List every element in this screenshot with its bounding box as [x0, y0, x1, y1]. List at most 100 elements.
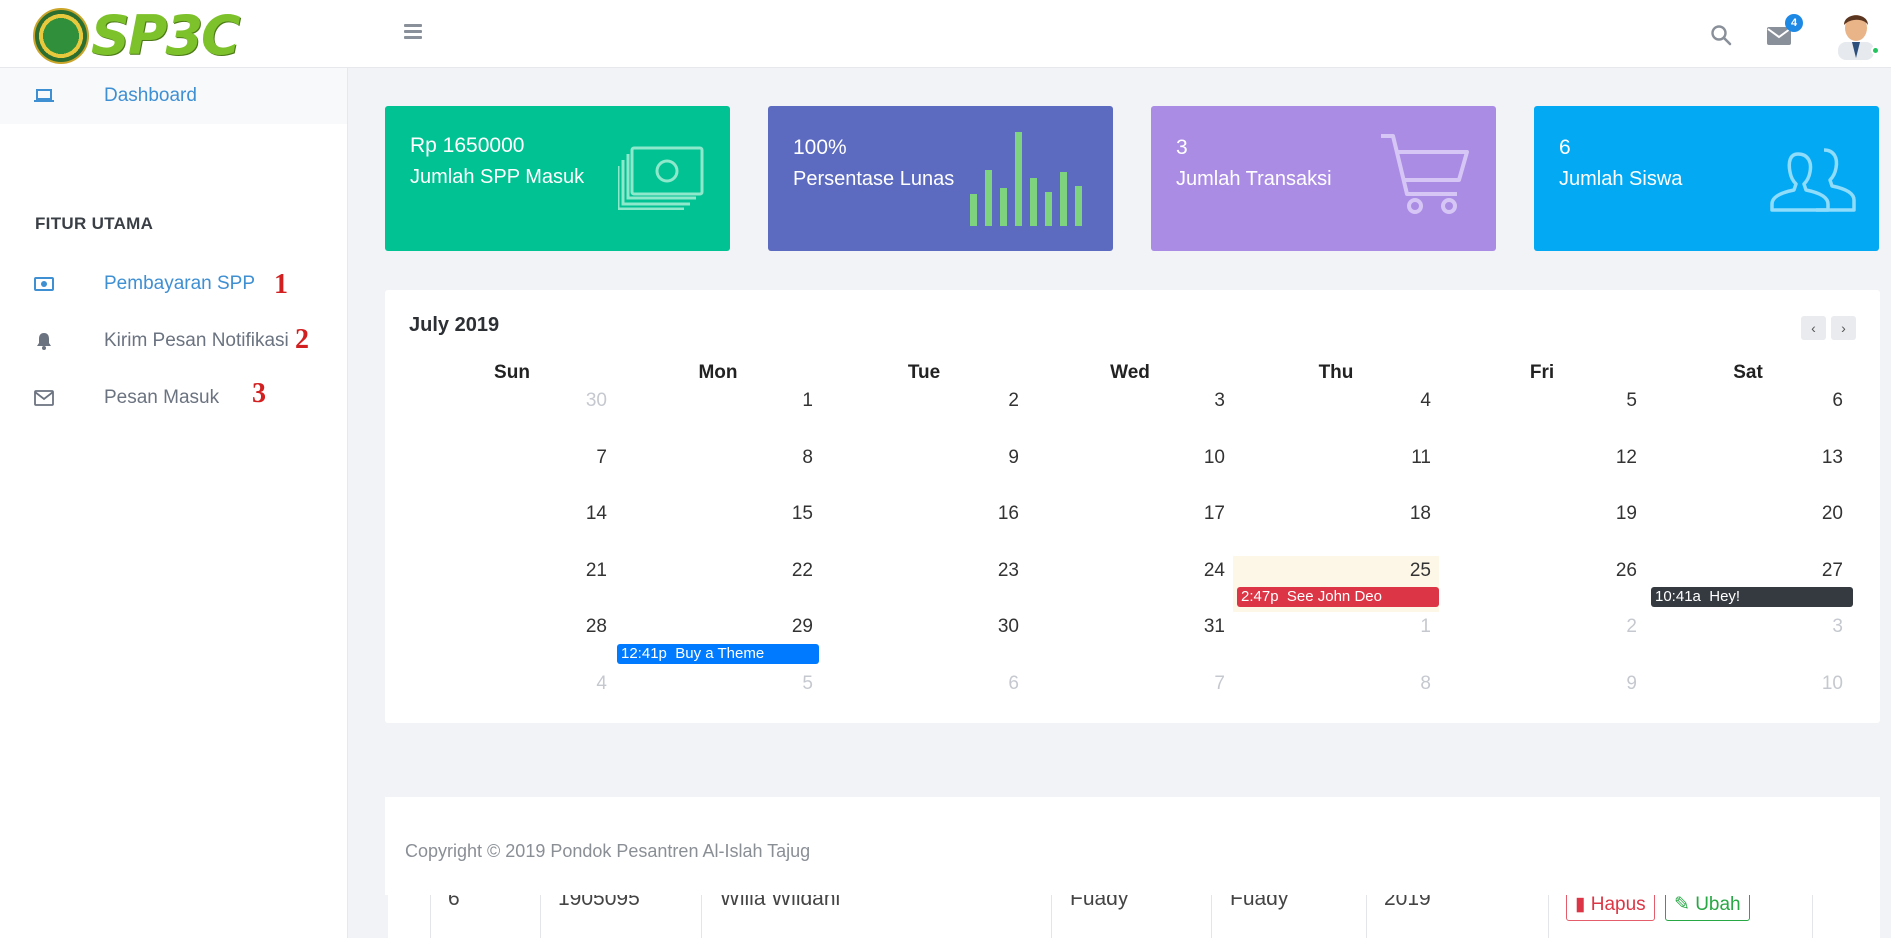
weekday-header-mon: Mon	[698, 362, 738, 383]
day-number: 7	[596, 446, 607, 468]
calendar-day-cell[interactable]: 9	[821, 443, 1027, 499]
mail-count-badge: 4	[1785, 14, 1803, 32]
calendar-day-cell[interactable]: 8	[1233, 669, 1439, 725]
page-footer: Copyright © 2019 Pondok Pesantren Al-Isl…	[385, 797, 1880, 895]
calendar-day-cell[interactable]: 26	[1439, 556, 1645, 612]
table-cell: 2019	[1384, 895, 1431, 910]
weekday-header-sun: Sun	[494, 362, 530, 383]
search-icon[interactable]	[1710, 24, 1732, 46]
stat-value: 6	[1559, 136, 1571, 159]
calendar-day-cell[interactable]: 20	[1645, 499, 1851, 555]
day-number: 13	[1821, 446, 1843, 468]
weekday-header-sat: Sat	[1733, 362, 1763, 383]
copyright-text: Copyright © 2019 Pondok Pesantren Al-Isl…	[405, 841, 811, 861]
day-number: 4	[596, 672, 607, 694]
calendar-day-cell[interactable]: 11	[1233, 443, 1439, 499]
calendar-day-cell[interactable]: 7	[409, 443, 615, 499]
calendar-day-cell[interactable]: 4	[409, 669, 615, 725]
calendar-day-cell[interactable]: 10	[1645, 669, 1851, 725]
day-number: 2	[1626, 616, 1637, 637]
day-number: 10	[1821, 672, 1843, 694]
calendar-day-cell[interactable]: 18	[1233, 499, 1439, 555]
day-number: 7	[1214, 672, 1225, 694]
day-number: 18	[1409, 503, 1431, 524]
calendar-day-cell[interactable]: 9	[1439, 669, 1645, 725]
calendar-event-see-john-deo[interactable]: 2:47p See John Deo	[1237, 587, 1439, 607]
sidebar-item-pembayaran-spp[interactable]: Pembayaran SPP	[0, 256, 347, 312]
stat-card-jumlah-siswa[interactable]: 6 Jumlah Siswa	[1534, 106, 1879, 251]
calendar-day-cell[interactable]: 23	[821, 556, 1027, 612]
calendar-day-cell[interactable]: 30	[409, 386, 615, 442]
calendar-day-cell[interactable]: 7	[1027, 669, 1233, 725]
calendar-day-cell[interactable]: 12	[1439, 443, 1645, 499]
day-number: 2	[1008, 390, 1019, 411]
edit-label: Ubah	[1695, 895, 1741, 915]
calendar-day-cell[interactable]: 6	[1645, 386, 1851, 442]
calendar-day-cell[interactable]: 10	[1027, 443, 1233, 499]
calendar-day-cell[interactable]: 30	[821, 612, 1027, 668]
sidebar-item-dashboard[interactable]: Dashboard	[0, 68, 347, 124]
day-number: 16	[997, 503, 1019, 524]
calendar-day-cell[interactable]: 8	[615, 443, 821, 499]
stat-value: Rp 1650000	[410, 134, 525, 157]
calendar-day-cell[interactable]: 31	[1027, 612, 1233, 668]
calendar-day-cell[interactable]: 13	[1645, 443, 1851, 499]
calendar-day-cell[interactable]: 6	[821, 669, 1027, 725]
stat-caption: Jumlah SPP Masuk	[410, 166, 585, 188]
day-number: 27	[1821, 559, 1843, 581]
calendar-day-cell[interactable]: 21	[409, 556, 615, 612]
calendar-day-cell[interactable]: 3	[1027, 386, 1233, 442]
calendar-event-hey[interactable]: 10:41a Hey!	[1651, 587, 1853, 607]
day-number: 19	[1615, 503, 1637, 524]
day-number: 8	[1420, 672, 1431, 694]
top-navbar: SP3C 4	[0, 0, 1891, 68]
calendar-day-cell[interactable]: 17	[1027, 499, 1233, 555]
calendar-day-cell[interactable]: 16	[821, 499, 1027, 555]
table-cell: Fuady	[1230, 895, 1289, 910]
calendar-day-cell[interactable]: 28	[409, 612, 615, 668]
day-number: 31	[1203, 616, 1225, 637]
day-number: 25	[1409, 559, 1431, 581]
day-number: 12	[1615, 446, 1637, 468]
calendar-day-cell[interactable]: 3	[1645, 612, 1851, 668]
calendar-day-cell[interactable]: 2	[1439, 612, 1645, 668]
day-number: 29	[791, 616, 813, 637]
users-icon	[1770, 148, 1856, 212]
calendar-event-buy-a-theme[interactable]: 12:41p Buy a Theme	[617, 644, 819, 664]
calendar-day-cell[interactable]: 1	[1233, 612, 1439, 668]
calendar-prev-button[interactable]: ‹	[1801, 316, 1826, 340]
event-title: See John Deo	[1286, 588, 1382, 605]
calendar-day-cell[interactable]: 14	[409, 499, 615, 555]
table-cell: Willa Wildani	[720, 895, 841, 910]
day-number: 5	[802, 672, 813, 694]
calendar-day-cell[interactable]: 19	[1439, 499, 1645, 555]
event-time: 12:41p	[621, 645, 667, 662]
calendar-day-cell[interactable]: 5	[1439, 386, 1645, 442]
delete-button[interactable]: ▮ Hapus	[1566, 895, 1655, 921]
sidebar-item-pesan-masuk[interactable]: Pesan Masuk	[0, 370, 347, 426]
day-number: 20	[1821, 503, 1843, 524]
calendar-day-cell[interactable]: 4	[1233, 386, 1439, 442]
calendar-day-cell[interactable]: 5	[615, 669, 821, 725]
annotation-number: 1	[274, 269, 288, 300]
edit-button[interactable]: ✎ Ubah	[1665, 895, 1750, 921]
stat-card-spp-masuk[interactable]: Rp 1650000 Jumlah SPP Masuk	[385, 106, 730, 251]
stat-caption: Jumlah Siswa	[1559, 168, 1683, 190]
sidebar-item-label: Pesan Masuk	[104, 387, 220, 408]
day-number: 22	[791, 559, 813, 581]
day-number: 24	[1203, 559, 1225, 581]
calendar-day-cell[interactable]: 1	[615, 386, 821, 442]
calendar-day-cell[interactable]: 2	[821, 386, 1027, 442]
day-number: 5	[1626, 390, 1637, 411]
calendar-day-cell[interactable]: 22	[615, 556, 821, 612]
calendar-next-button[interactable]: ›	[1831, 316, 1856, 340]
money-bill-icon	[34, 274, 54, 294]
calendar-day-cell[interactable]: 15	[615, 499, 821, 555]
stat-card-persentase-lunas[interactable]: 100% Persentase Lunas	[768, 106, 1113, 251]
app-logo[interactable]: SP3C	[33, 8, 241, 64]
money-icon	[618, 146, 704, 210]
stat-card-jumlah-transaksi[interactable]: 3 Jumlah Transaksi	[1151, 106, 1496, 251]
calendar-day-cell[interactable]: 24	[1027, 556, 1233, 612]
menu-toggle-icon[interactable]	[404, 24, 422, 40]
day-number: 9	[1008, 446, 1019, 468]
